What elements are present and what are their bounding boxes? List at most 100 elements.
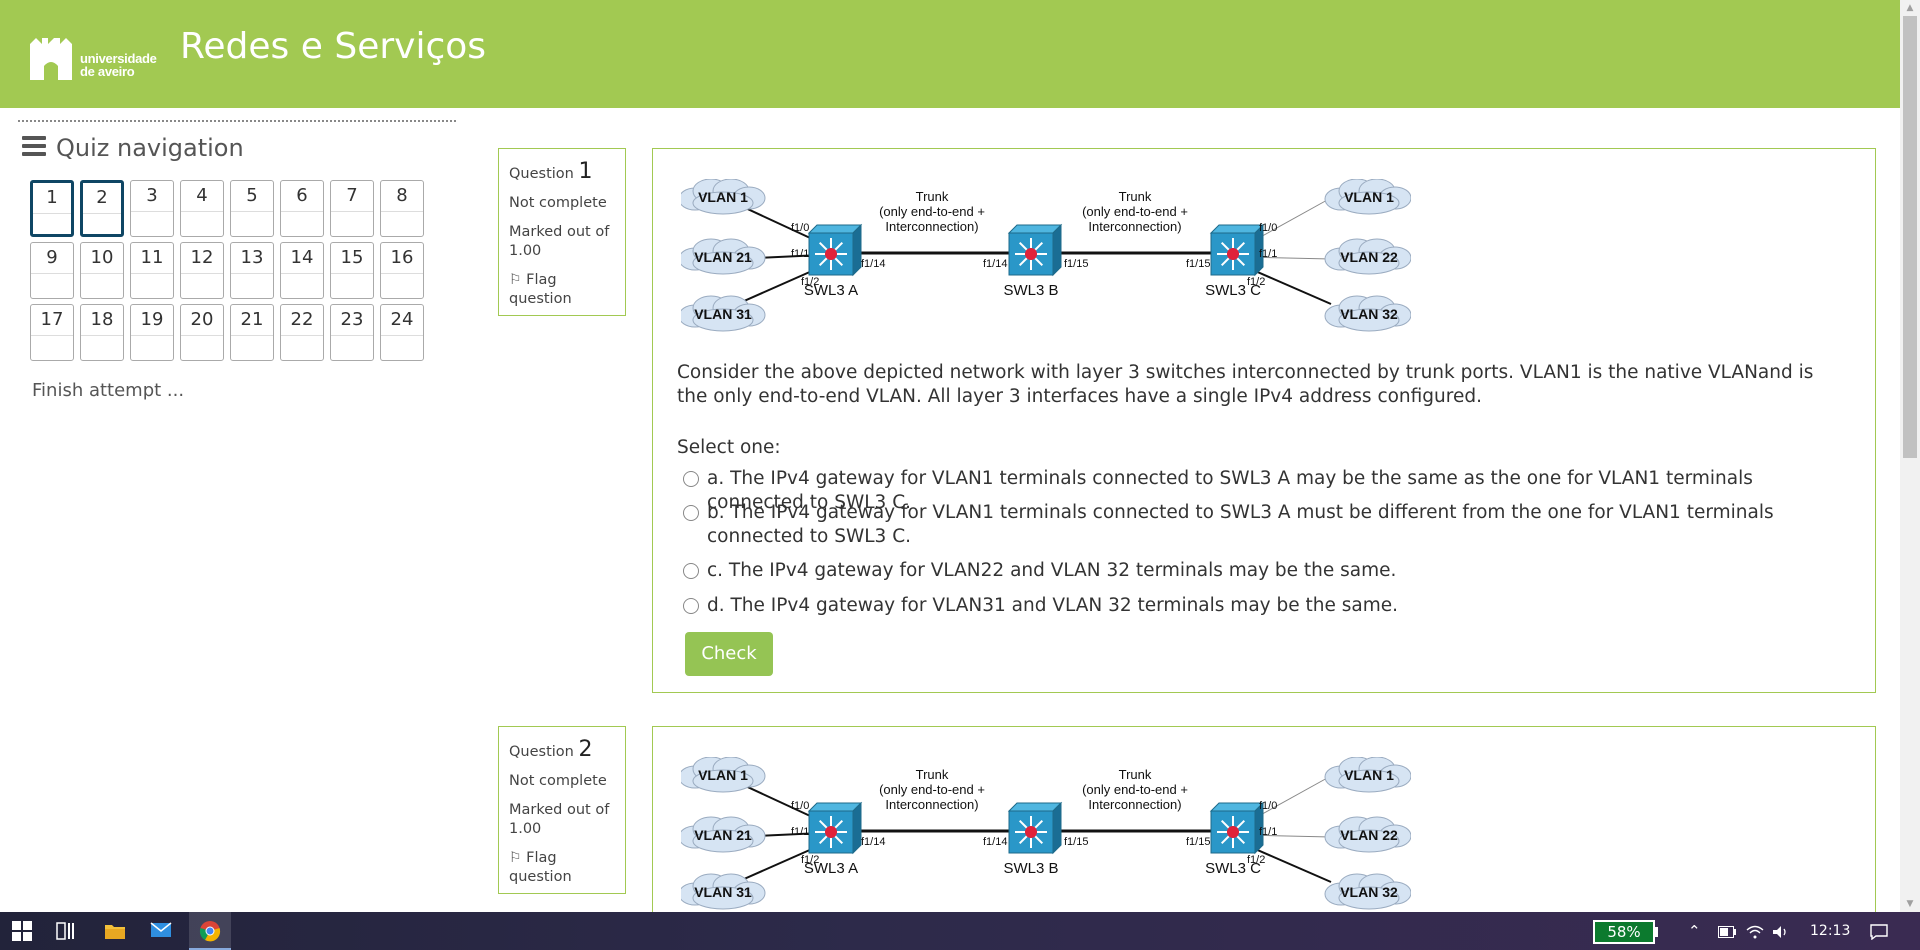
quiz-nav-button-5[interactable]: 5 [230, 180, 274, 237]
quiz-nav-button-19[interactable]: 19 [130, 304, 174, 361]
flag-label-2[interactable]: question [509, 291, 572, 307]
quiz-nav-number[interactable]: 13 [231, 243, 273, 273]
trunk-label-3: Interconnection) [885, 219, 978, 234]
quiz-nav-button-1[interactable]: 1 [30, 180, 74, 237]
site-title[interactable]: Redes e Serviços [180, 26, 486, 67]
cloud-vlan31-label: VLAN 31 [694, 884, 752, 900]
option-b-label[interactable]: b. The IPv4 gateway for VLAN1 terminals … [683, 501, 1853, 549]
quiz-nav-number[interactable]: 15 [331, 243, 373, 273]
quiz-nav-number[interactable]: 19 [131, 305, 173, 335]
quiz-nav-button-18[interactable]: 18 [80, 304, 124, 361]
quiz-nav-button-11[interactable]: 11 [130, 242, 174, 299]
scroll-thumb[interactable] [1903, 16, 1917, 458]
volume-icon[interactable] [1772, 912, 1790, 950]
quiz-nav-number[interactable]: 7 [331, 181, 373, 211]
quiz-nav-button-21[interactable]: 21 [230, 304, 274, 361]
quiz-nav-button-13[interactable]: 13 [230, 242, 274, 299]
quiz-nav-button-16[interactable]: 16 [380, 242, 424, 299]
chrome-taskbar-button[interactable] [189, 912, 231, 950]
quiz-nav-button-7[interactable]: 7 [330, 180, 374, 237]
quiz-nav-button-4[interactable]: 4 [180, 180, 224, 237]
windows-start-icon[interactable] [11, 921, 33, 943]
quiz-nav-button-6[interactable]: 6 [280, 180, 324, 237]
quiz-nav-button-9[interactable]: 9 [30, 242, 74, 299]
university-logo[interactable]: universidade de aveiro [28, 34, 168, 84]
quiz-nav-button-15[interactable]: 15 [330, 242, 374, 299]
switch-shape [1209, 224, 1265, 234]
quiz-nav-button-14[interactable]: 14 [280, 242, 324, 299]
quiz-nav-number[interactable]: 10 [81, 243, 123, 273]
port-b-f1-15: f1/15 [1064, 258, 1088, 270]
quiz-nav-divider [31, 273, 73, 274]
quiz-nav-number[interactable]: 11 [131, 243, 173, 273]
flag-question-link[interactable]: ⚐ Flag question [509, 271, 615, 309]
option-d[interactable]: d. The IPv4 gateway for VLAN31 and VLAN … [683, 594, 1853, 618]
quiz-nav-number[interactable]: 22 [281, 305, 323, 335]
quiz-nav-number[interactable]: 20 [181, 305, 223, 335]
quiz-nav-number[interactable]: 5 [231, 181, 273, 211]
flag-icon[interactable]: ⚐ [509, 271, 522, 290]
task-view-icon[interactable] [56, 921, 78, 943]
quiz-nav-number[interactable]: 3 [131, 181, 173, 211]
quiz-nav-number[interactable]: 2 [83, 183, 121, 213]
switch-shape [1209, 802, 1265, 812]
battery-icon[interactable] [1718, 912, 1736, 950]
quiz-nav-button-23[interactable]: 23 [330, 304, 374, 361]
quiz-nav-number[interactable]: 14 [281, 243, 323, 273]
quiz-nav-button-20[interactable]: 20 [180, 304, 224, 361]
quiz-nav-number[interactable]: 12 [181, 243, 223, 273]
option-c-label[interactable]: c. The IPv4 gateway for VLAN22 and VLAN … [683, 559, 1853, 583]
quiz-nav-button-3[interactable]: 3 [130, 180, 174, 237]
finish-attempt-link[interactable]: Finish attempt ... [32, 380, 184, 401]
check-button[interactable]: Check [685, 632, 773, 676]
quiz-nav-number[interactable]: 16 [381, 243, 423, 273]
option-c-radio[interactable] [683, 563, 699, 579]
mail-icon[interactable] [150, 921, 172, 943]
quiz-nav-divider [181, 211, 223, 212]
battery-percentage[interactable]: 58% [1593, 920, 1655, 944]
option-d-label[interactable]: d. The IPv4 gateway for VLAN31 and VLAN … [683, 594, 1853, 618]
option-b-radio[interactable] [683, 505, 699, 521]
flag-question-link[interactable]: ⚐ Flag question [509, 849, 615, 887]
quiz-nav-number[interactable]: 4 [181, 181, 223, 211]
scroll-up-arrow-icon[interactable]: ▲ [1900, 0, 1920, 16]
system-clock[interactable]: 12:13 [1810, 912, 1850, 950]
action-center-icon[interactable] [1870, 912, 1888, 950]
menu-icon[interactable] [22, 136, 46, 156]
quiz-nav-number[interactable]: 18 [81, 305, 123, 335]
option-c[interactable]: c. The IPv4 gateway for VLAN22 and VLAN … [683, 559, 1853, 583]
quiz-nav-number[interactable]: 21 [231, 305, 273, 335]
quiz-nav-button-17[interactable]: 17 [30, 304, 74, 361]
flag-label[interactable]: Flag [526, 850, 556, 866]
network-diagram-svg: VLAN 1 VLAN 21 VLAN 31 VLAN 1 VLAN 22 VLAN 32… [678, 178, 1412, 332]
scroll-down-arrow-icon[interactable]: ▼ [1900, 896, 1920, 912]
chrome-icon[interactable] [199, 920, 221, 942]
flag-label-2[interactable]: question [509, 869, 572, 885]
quiz-nav-button-24[interactable]: 24 [380, 304, 424, 361]
marked-out-of-value: 1.00 [509, 243, 542, 259]
option-a-radio[interactable] [683, 471, 699, 487]
option-d-radio[interactable] [683, 598, 699, 614]
show-hidden-icons-chevron-icon[interactable]: ⌃ [1688, 912, 1701, 950]
quiz-nav-number[interactable]: 17 [31, 305, 73, 335]
quiz-nav-button-10[interactable]: 10 [80, 242, 124, 299]
quiz-nav-number[interactable]: 1 [33, 183, 71, 213]
quiz-nav-number[interactable]: 23 [331, 305, 373, 335]
flag-icon[interactable]: ⚐ [509, 849, 522, 868]
quiz-nav-button-22[interactable]: 22 [280, 304, 324, 361]
quiz-nav-button-8[interactable]: 8 [380, 180, 424, 237]
option-b[interactable]: b. The IPv4 gateway for VLAN1 terminals … [683, 501, 1853, 549]
flag-label[interactable]: Flag [526, 272, 556, 288]
quiz-nav-number[interactable]: 8 [381, 181, 423, 211]
page-scrollbar[interactable]: ▲ ▼ [1900, 0, 1920, 912]
quiz-nav-number[interactable]: 6 [281, 181, 323, 211]
wifi-icon[interactable] [1746, 912, 1764, 950]
quiz-nav-number[interactable]: 9 [31, 243, 73, 273]
quiz-nav-number[interactable]: 24 [381, 305, 423, 335]
quiz-nav-divider [131, 211, 173, 212]
quiz-nav-button-2[interactable]: 2 [80, 180, 124, 237]
file-explorer-icon[interactable] [104, 921, 126, 943]
quiz-nav-divider [331, 273, 373, 274]
quiz-nav-divider [231, 335, 273, 336]
quiz-nav-button-12[interactable]: 12 [180, 242, 224, 299]
